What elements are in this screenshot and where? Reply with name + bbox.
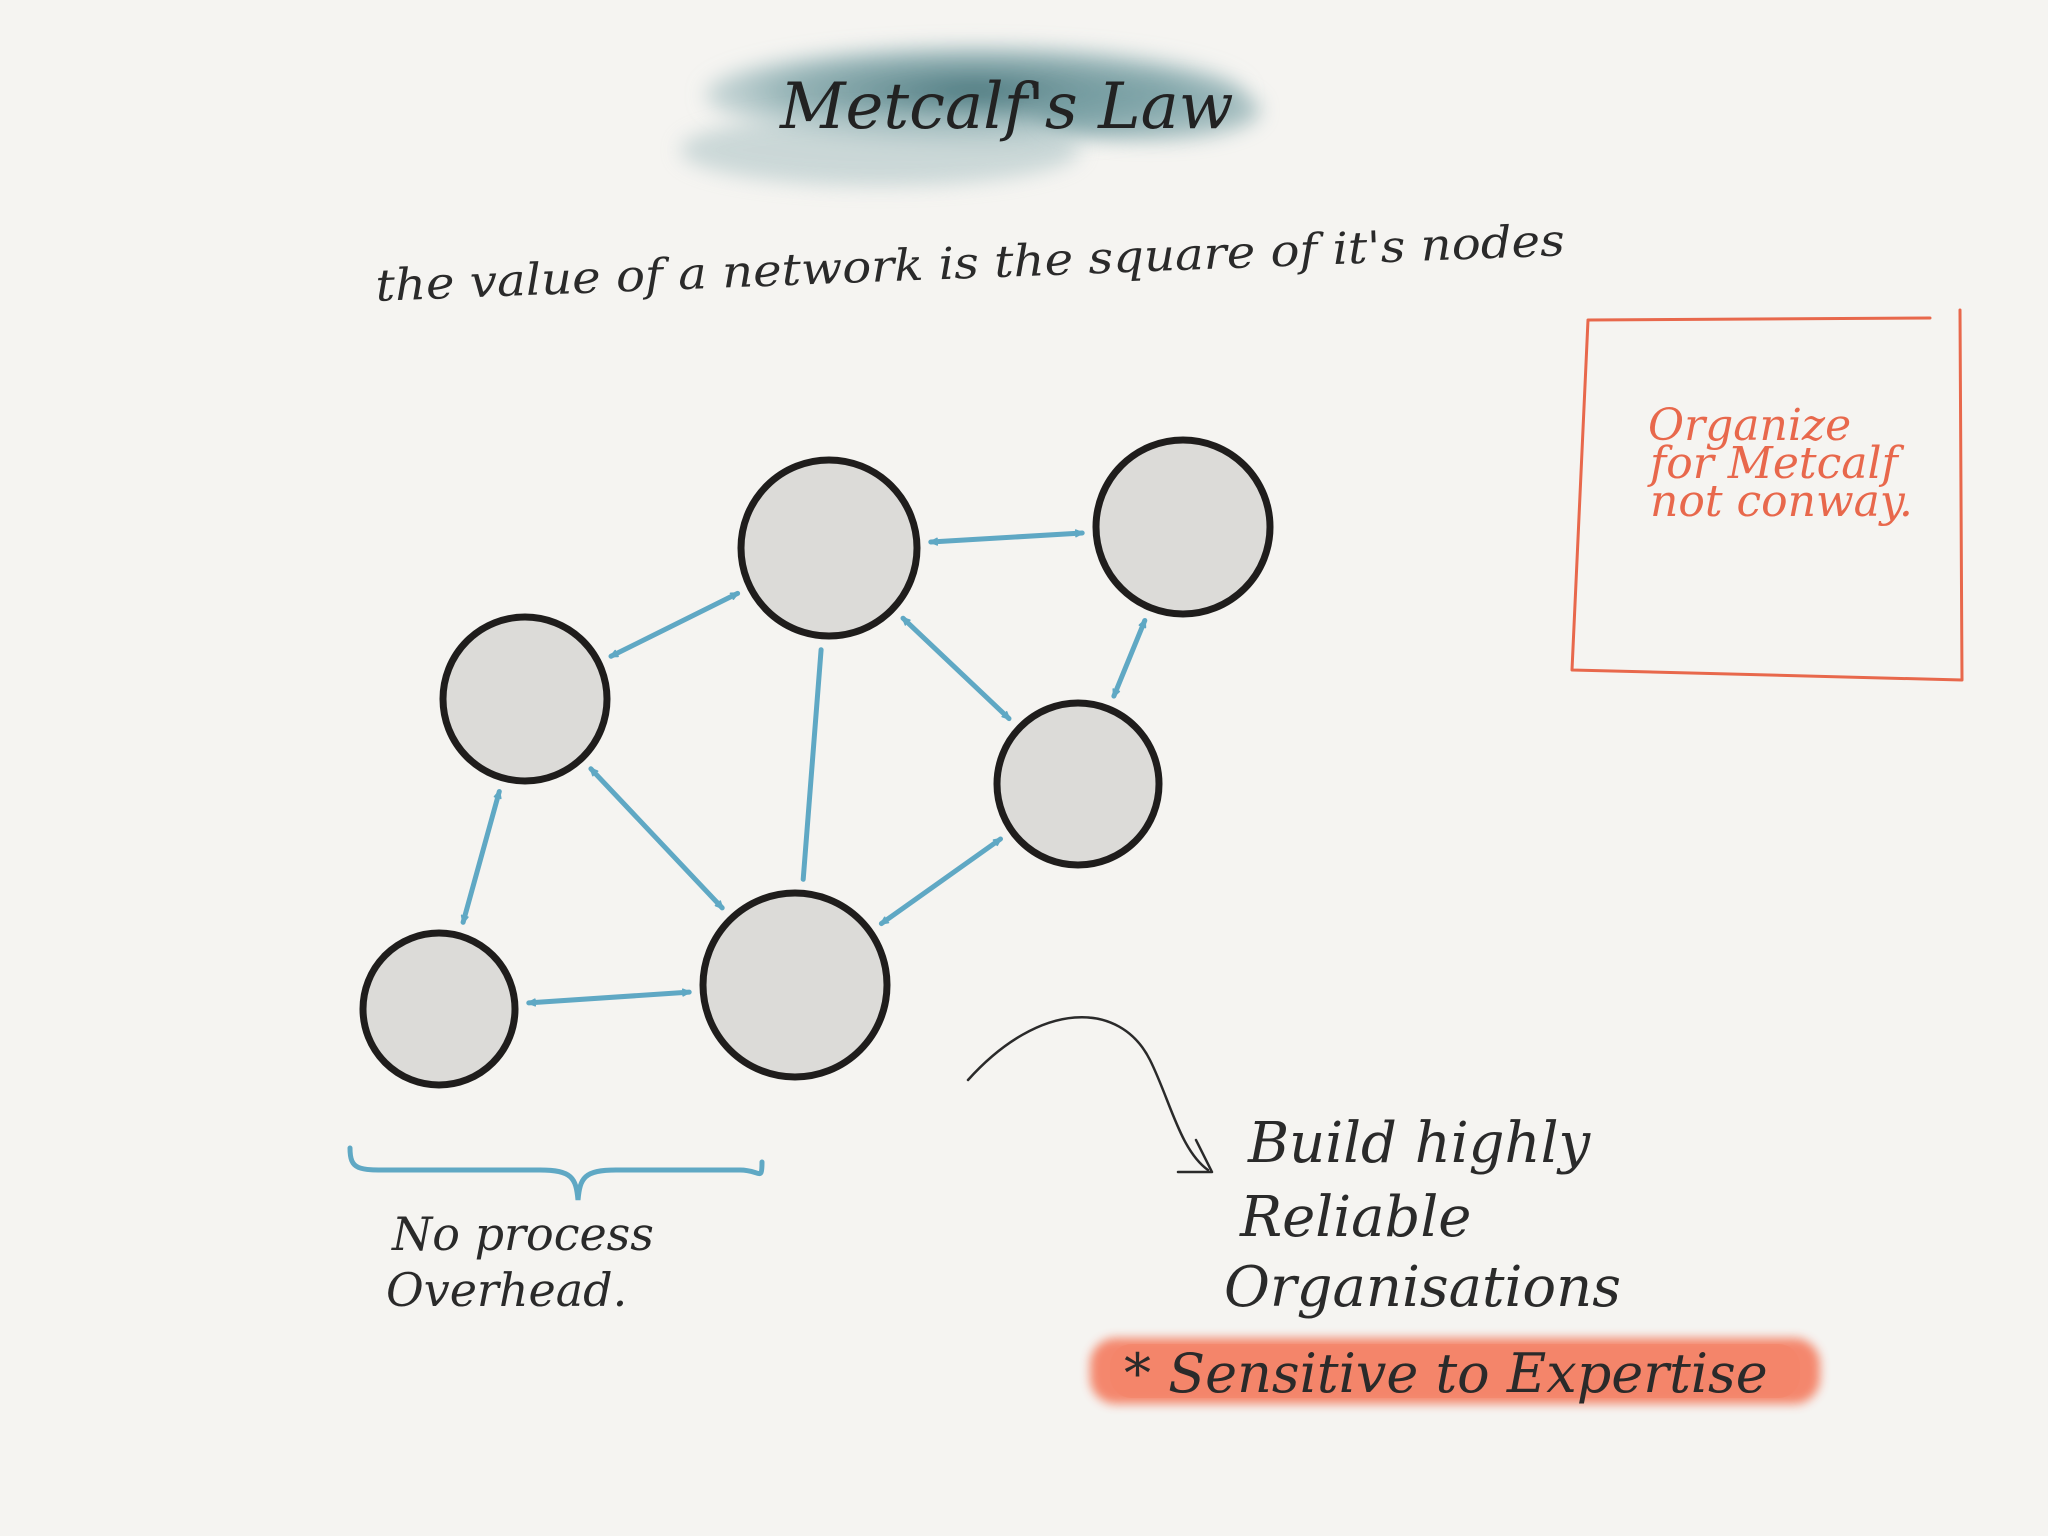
outcome-line-3: Organisations [1224,1255,1621,1320]
edge-right-to-bottom [878,836,1003,927]
curved-arrow [966,1016,1210,1172]
edge-left-to-bottom-left [460,789,502,925]
edge-left-to-bottom [588,766,725,911]
edge-top-to-right [900,615,1012,722]
node-bottom-left [359,929,519,1089]
brace-label-line-1: No process [391,1207,654,1261]
note-box: Organize for Metcalf not conway. [1570,308,1964,682]
diagram-canvas: Metcalf's Law the value of a network is … [347,47,1964,1405]
edge-top-right-to-right [1111,618,1148,699]
brace [347,1145,765,1201]
edge-bottom-left-to-bottom [526,988,692,1007]
node-bottom [699,889,891,1081]
network-nodes [359,436,1274,1089]
outcome-line-2: Reliable [1239,1185,1471,1250]
page-title: Metcalf's Law [779,70,1234,144]
node-top [737,456,921,640]
edge-left-to-top [608,590,741,659]
node-top-right [1092,436,1274,618]
highlight-text: * Sensitive to Expertise [1124,1342,1768,1405]
subtitle: the value of a network is the square of … [375,215,1566,312]
edge-top-to-bottom [800,647,824,882]
edge-top-to-top-right [928,529,1085,546]
outcome-line-1: Build highly [1247,1111,1591,1176]
node-right [993,699,1163,869]
note-line-3: not conway. [1650,476,1913,527]
brace-label-line-2: Overhead. [386,1263,627,1317]
node-left [439,613,611,785]
